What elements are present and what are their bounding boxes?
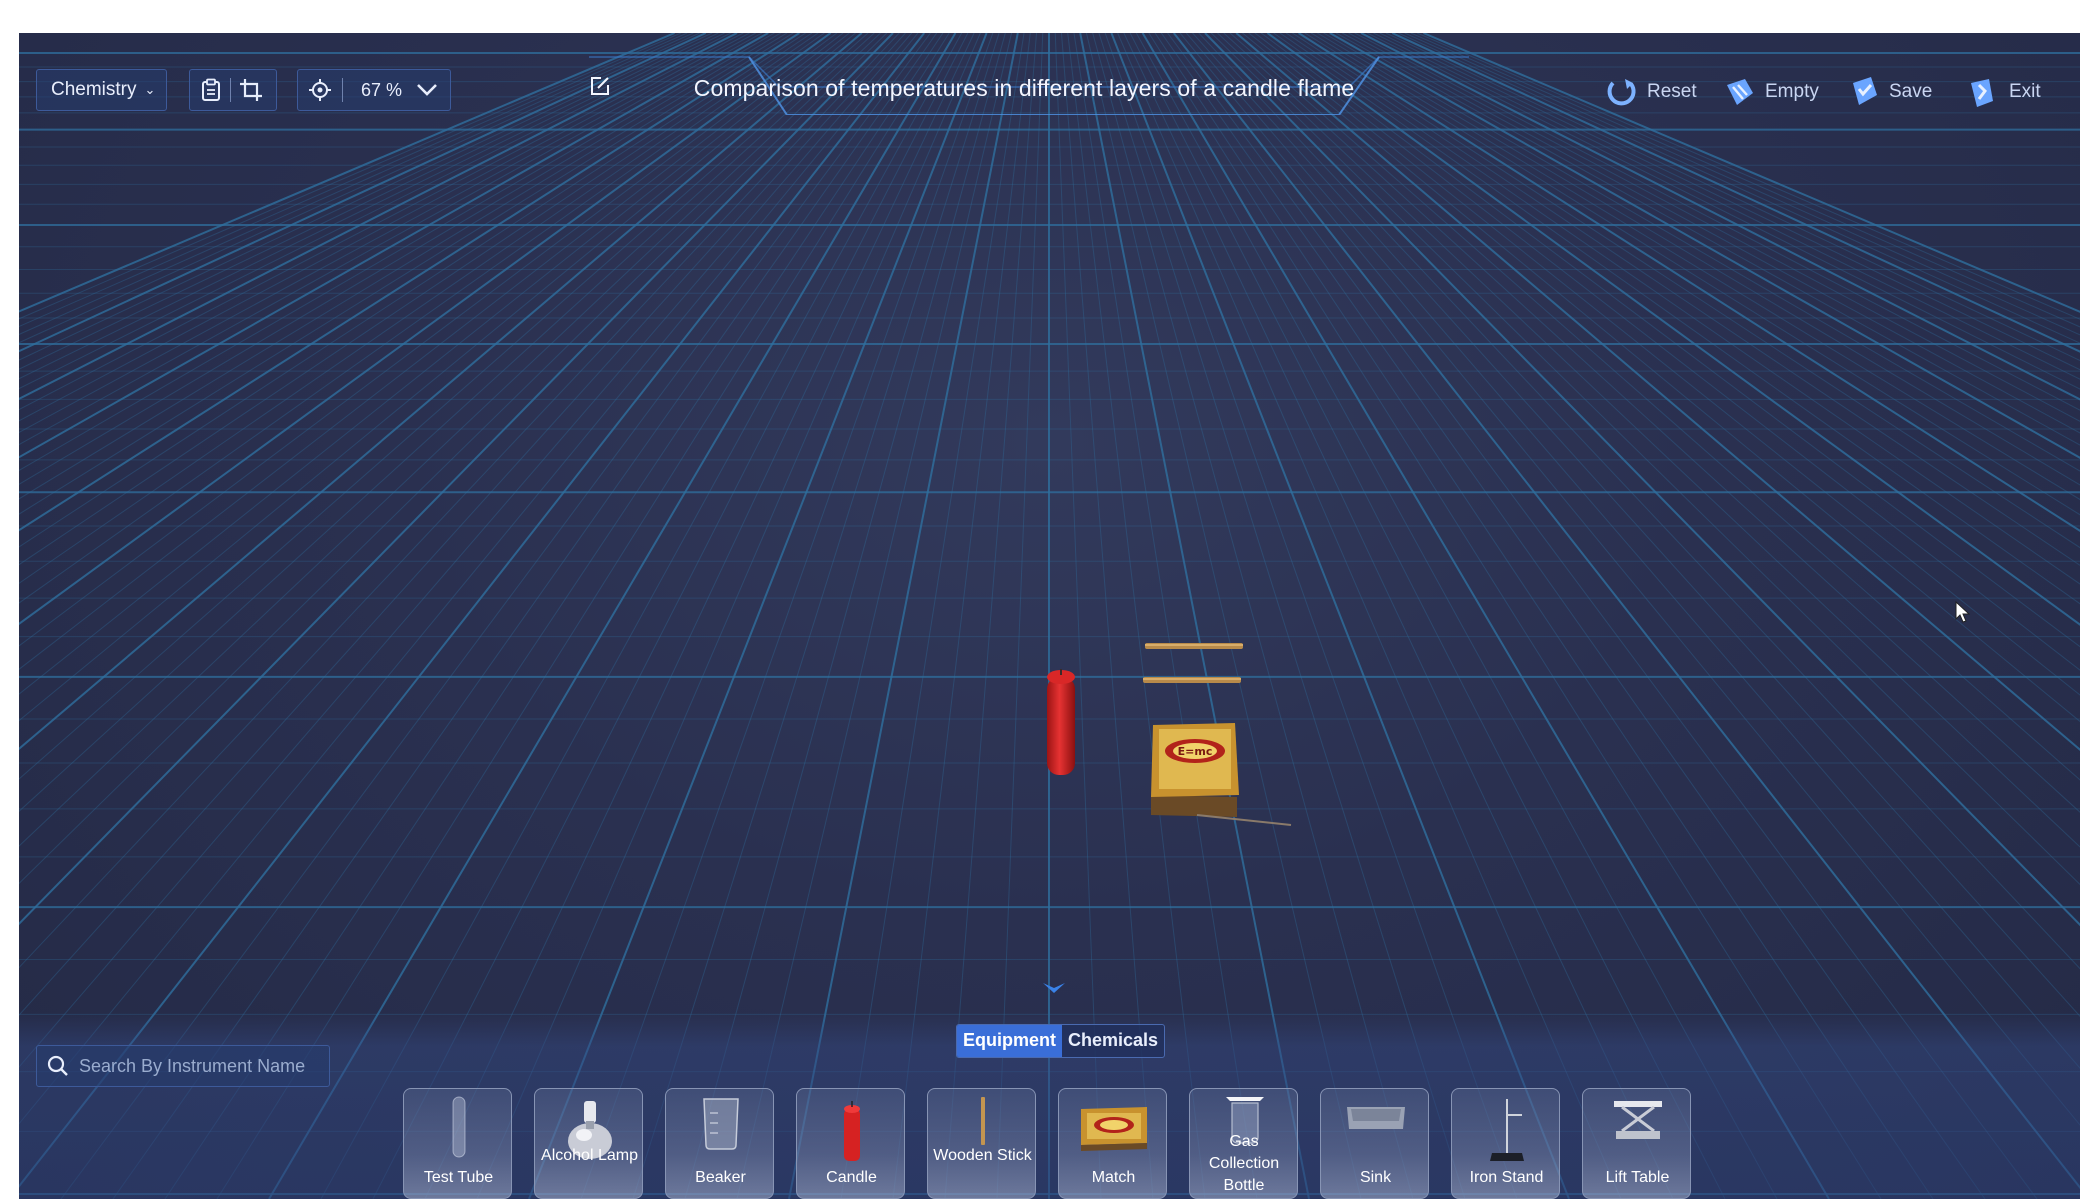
chevron-down-icon: ⌄ [144,82,156,97]
equipment-label: Alcohol Lamp [541,1147,638,1164]
panel-tabs: Equipment Chemicals [956,1024,1166,1058]
reset-icon [1607,79,1636,106]
exit-icon [1971,79,1993,107]
equipment-label: Gas Collection Bottle [1208,1133,1280,1194]
exit-button[interactable]: Exit [1967,75,2041,109]
title-bar: Comparison of temperatures in different … [589,55,1469,115]
reset-button[interactable]: Reset [1605,75,1697,109]
divider [342,78,343,102]
save-button[interactable]: Save [1847,75,1932,109]
equipment-label: Match [1091,1169,1136,1186]
sink-icon [1346,1107,1405,1129]
iron-stand-icon [1489,1099,1524,1161]
equipment-item-wooden-stick[interactable]: Wooden Stick [927,1088,1036,1199]
equipment-label: Wooden Stick [933,1147,1032,1164]
equipment-label: Iron Stand [1469,1169,1544,1186]
tab-equipment[interactable]: Equipment [957,1025,1062,1057]
scene-wooden-sticks[interactable] [1143,641,1253,691]
equipment-label: Test Tube [423,1169,494,1186]
beaker-icon [702,1098,739,1150]
equipment-item-lift-table[interactable]: Lift Table [1582,1088,1691,1199]
tab-chemicals[interactable]: Chemicals [1062,1025,1164,1057]
empty-label: Empty [1765,81,1819,102]
equipment-item-gas-collection-bottle[interactable]: Gas Collection Bottle [1189,1088,1298,1199]
collapse-panel-icon[interactable] [1041,979,1067,997]
save-label: Save [1889,81,1933,102]
tool-group [189,69,277,111]
wooden-stick-icon [980,1097,985,1145]
mouse-cursor-icon [1955,601,1971,623]
equipment-item-sink[interactable]: Sink [1320,1088,1429,1199]
search-input[interactable] [77,1054,321,1078]
equipment-item-test-tube[interactable]: Test Tube [403,1088,512,1199]
page-title: Comparison of temperatures in different … [589,75,1469,102]
equipment-item-iron-stand[interactable]: Iron Stand [1451,1088,1560,1199]
broom-icon [1727,79,1753,105]
equipment-item-match[interactable]: Match [1058,1088,1167,1199]
scene-candle[interactable] [1045,667,1077,779]
divider [230,78,231,102]
equipment-shelf: Test Tube Alcohol Lamp Beaker Candle Woo… [403,1088,1691,1199]
save-icon [1853,77,1877,105]
scene-matchbox[interactable]: E=mc [1149,713,1299,829]
exit-label: Exit [2009,81,2041,102]
candle-icon [843,1101,860,1161]
search-icon [47,1055,68,1076]
equipment-label: Beaker [695,1169,746,1186]
zoom-value: 67 % [361,79,403,100]
page-title-text: Comparison of temperatures in different … [693,75,1355,101]
equipment-label: Sink [1359,1169,1392,1186]
test-tube-icon [452,1096,465,1158]
zoom-dropdown-icon[interactable] [416,83,438,97]
zoom-control: 67 % [297,69,451,111]
equipment-label: Lift Table [1605,1169,1670,1186]
crop-icon[interactable] [239,78,263,102]
equipment-item-alcohol-lamp[interactable]: Alcohol Lamp [534,1088,643,1199]
subject-label: Chemistry [51,79,137,100]
lift-table-icon [1613,1101,1662,1139]
subject-select[interactable]: Chemistry ⌄ [36,69,167,111]
clipboard-icon[interactable] [200,78,222,102]
locate-icon[interactable] [308,78,332,102]
matchbox-icon [1080,1107,1147,1151]
matchbox-logo: E=mc [1178,745,1213,758]
equipment-label: Candle [826,1169,877,1186]
lab-canvas[interactable]: Chemistry ⌄ 67 % Comparison of temperatu… [19,33,2080,1199]
empty-button[interactable]: Empty [1723,75,1819,109]
reset-label: Reset [1647,81,1697,102]
equipment-item-beaker[interactable]: Beaker [665,1088,774,1199]
equipment-item-candle[interactable]: Candle [796,1088,905,1199]
search-box[interactable] [36,1045,330,1087]
